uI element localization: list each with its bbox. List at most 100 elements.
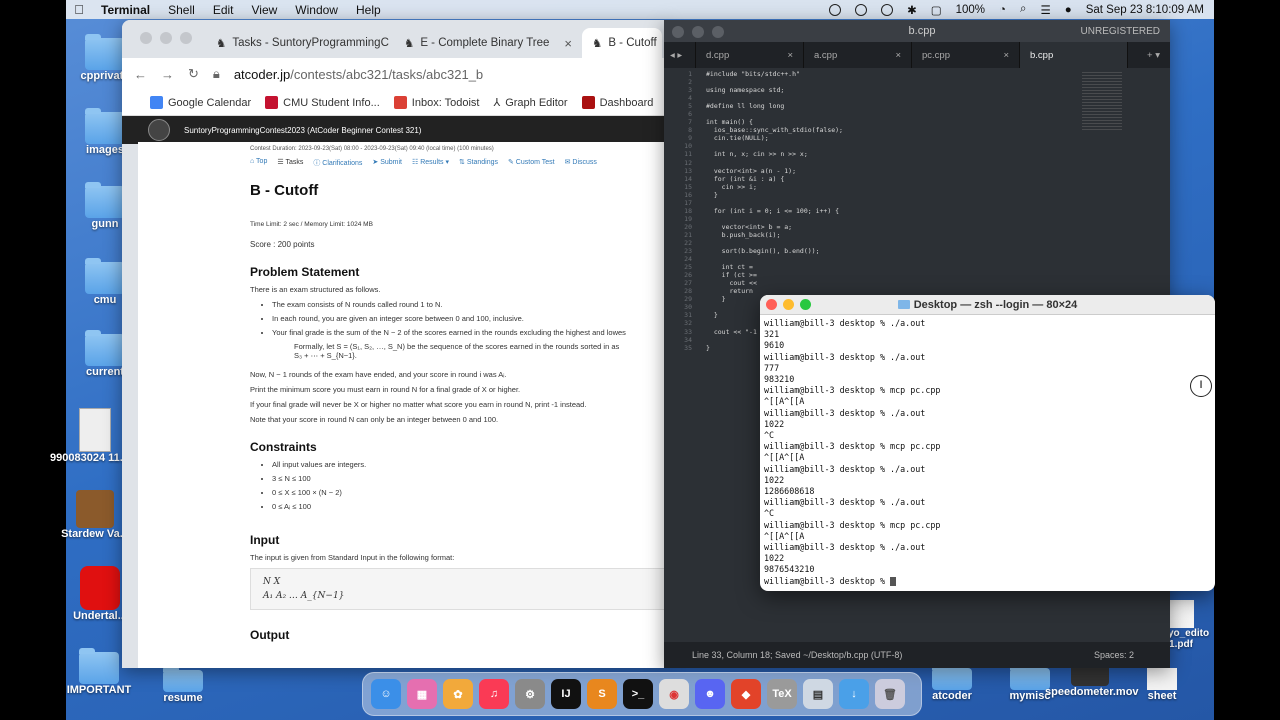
- bluetooth-icon[interactable]: ✱: [907, 3, 917, 17]
- photos-icon[interactable]: ✿: [443, 679, 473, 709]
- nav-label: Top: [256, 158, 268, 165]
- sublime-text-icon[interactable]: S: [587, 679, 617, 709]
- close-button[interactable]: [672, 26, 684, 38]
- tab-label: d.cpp: [706, 49, 730, 61]
- atcoder-logo-icon[interactable]: [148, 119, 170, 141]
- launchpad-icon[interactable]: ▦: [407, 679, 437, 709]
- contest-title[interactable]: SuntoryProgrammingContest2023 (AtCoder B…: [184, 126, 421, 135]
- clock[interactable]: Sat Sep 23 8:10:09 AM: [1086, 4, 1204, 16]
- nav-results[interactable]: ☷ Results ▾: [412, 158, 449, 168]
- desktop-file-sheet[interactable]: sheet: [1118, 668, 1206, 702]
- music-icon[interactable]: ♫: [479, 679, 509, 709]
- constraints-list: All input values are integers. 3 ≤ N ≤ 1…: [272, 460, 667, 511]
- minimize-button[interactable]: [783, 299, 794, 310]
- menu-help[interactable]: Help: [347, 3, 390, 17]
- indentation-setting[interactable]: Spaces: 2: [1094, 650, 1134, 660]
- terminal-titlebar: Desktop — zsh --login — 80×24: [760, 295, 1215, 315]
- problem-title: B - Cutoff: [250, 182, 319, 199]
- new-tab-icon[interactable]: + ▾: [1137, 42, 1170, 68]
- apple-menu-icon[interactable]: : [66, 2, 92, 17]
- address-bar[interactable]: atcoder.jp/contests/abc321/tasks/abc321_…: [234, 67, 483, 82]
- editor-tab-b[interactable]: b.cpp: [1020, 42, 1128, 68]
- trash-icon[interactable]: 🗑︎: [875, 679, 905, 709]
- zoom-button[interactable]: [712, 26, 724, 38]
- zoom-button[interactable]: [800, 299, 811, 310]
- system-settings-icon[interactable]: ⚙: [515, 679, 545, 709]
- bookmark-google-calendar[interactable]: Google Calendar: [150, 96, 251, 109]
- nav-clarifications[interactable]: ⓘ Clarifications: [313, 158, 362, 168]
- spotlight-search-icon[interactable]: ⌕: [1020, 3, 1026, 16]
- url-path: /contests/abc321/tasks/abc321_b: [290, 66, 484, 82]
- back-icon[interactable]: ←: [134, 67, 147, 82]
- zoom-button[interactable]: [180, 32, 192, 44]
- close-tab-icon[interactable]: ×: [1003, 50, 1009, 61]
- close-tab-icon[interactable]: ×: [895, 50, 901, 61]
- tab-nav-arrows-icon[interactable]: ◂ ▸: [664, 42, 696, 68]
- forward-icon[interactable]: →: [161, 67, 174, 82]
- close-tab-icon[interactable]: ×: [564, 36, 572, 51]
- close-tab-icon[interactable]: ×: [787, 50, 793, 61]
- git-icon[interactable]: ◆: [731, 679, 761, 709]
- bookmark-label: Graph Editor: [505, 96, 568, 109]
- nav-tasks[interactable]: ☰ Tasks: [277, 158, 303, 168]
- tab-cutoff[interactable]: ♞ B - Cutoff: [582, 28, 662, 58]
- terminal-output[interactable]: william@bill-3 desktop % ./a.out 321 961…: [760, 315, 1215, 590]
- bookmark-cmu[interactable]: CMU Student Info...: [265, 96, 380, 109]
- tex-icon[interactable]: TeX: [767, 679, 797, 709]
- menu-edit[interactable]: Edit: [204, 3, 243, 17]
- menu-window[interactable]: Window: [286, 3, 347, 17]
- folder-icon: [85, 258, 125, 294]
- atcoder-header: SuntoryProgrammingContest2023 (AtCoder B…: [122, 116, 667, 144]
- editor-tab-pc[interactable]: pc.cpp ×: [912, 42, 1020, 68]
- terminal-icon[interactable]: >_: [623, 679, 653, 709]
- timer-status-icon[interactable]: [881, 3, 894, 16]
- window-controls: [140, 32, 192, 44]
- lock-icon[interactable]: 🔒︎: [213, 66, 220, 82]
- play-status-icon[interactable]: [855, 3, 868, 16]
- input-description: The input is given from Standard Input i…: [250, 553, 455, 562]
- nav-submit[interactable]: ➤ Submit: [372, 158, 402, 168]
- nav-label: Tasks: [285, 159, 304, 166]
- preview-icon[interactable]: ▤: [803, 679, 833, 709]
- nav-standings[interactable]: ⇅ Standings: [459, 158, 498, 168]
- minimap[interactable]: [1082, 72, 1122, 132]
- graph-icon: ⅄: [493, 97, 501, 109]
- menu-shell[interactable]: Shell: [159, 3, 204, 17]
- discord-icon[interactable]: ☻: [695, 679, 725, 709]
- downloads-icon[interactable]: ↓: [839, 679, 869, 709]
- atcoder-favicon-icon: ♞: [592, 38, 603, 50]
- close-button[interactable]: [140, 32, 152, 44]
- tab-complete-binary-tree[interactable]: ♞ E - Complete Binary Tree ×: [394, 28, 582, 58]
- record-status-icon[interactable]: [829, 3, 842, 16]
- folder-icon: [932, 664, 972, 690]
- intellij-icon[interactable]: IJ: [551, 679, 581, 709]
- minimize-button[interactable]: [692, 26, 704, 38]
- statement-bullet: The exam consists of N rounds called rou…: [272, 300, 667, 309]
- siri-icon[interactable]: ●: [1065, 4, 1072, 16]
- bookmark-graph-editor[interactable]: ⅄ Graph Editor: [493, 96, 568, 110]
- wifi-icon[interactable]: ◔: [999, 4, 1006, 16]
- editor-tab-a[interactable]: a.cpp ×: [804, 42, 912, 68]
- editor-tab-d[interactable]: d.cpp ×: [696, 42, 804, 68]
- keyboard-icon[interactable]: ▢: [931, 3, 942, 17]
- desktop-folder-resume[interactable]: resume: [138, 666, 228, 704]
- chrome-icon[interactable]: ◉: [659, 679, 689, 709]
- nav-discuss[interactable]: ✉ Discuss: [565, 158, 597, 168]
- finder-icon[interactable]: ☺: [371, 679, 401, 709]
- nav-top[interactable]: ⌂ Top: [250, 158, 267, 168]
- nav-custom-test[interactable]: ✎ Custom Test: [508, 158, 555, 168]
- tab-tasks[interactable]: ♞Tasks - SuntoryProgrammingC×: [206, 28, 394, 58]
- tab-label: a.cpp: [814, 49, 838, 61]
- folder-icon: [85, 330, 125, 366]
- constraint-item: All input values are integers.: [272, 460, 667, 469]
- bookmark-todoist[interactable]: Inbox: Todoist: [393, 96, 479, 109]
- battery-percent[interactable]: 100%: [956, 4, 985, 16]
- close-button[interactable]: [766, 299, 777, 310]
- menu-app-name[interactable]: Terminal: [92, 3, 159, 17]
- reload-icon[interactable]: ↻: [188, 66, 199, 82]
- minimize-button[interactable]: [160, 32, 172, 44]
- control-center-icon[interactable]: ☰: [1040, 3, 1050, 17]
- bookmark-dashboard[interactable]: Dashboard: [581, 96, 653, 109]
- menu-view[interactable]: View: [243, 3, 287, 17]
- nav-label: Clarifications: [322, 160, 363, 167]
